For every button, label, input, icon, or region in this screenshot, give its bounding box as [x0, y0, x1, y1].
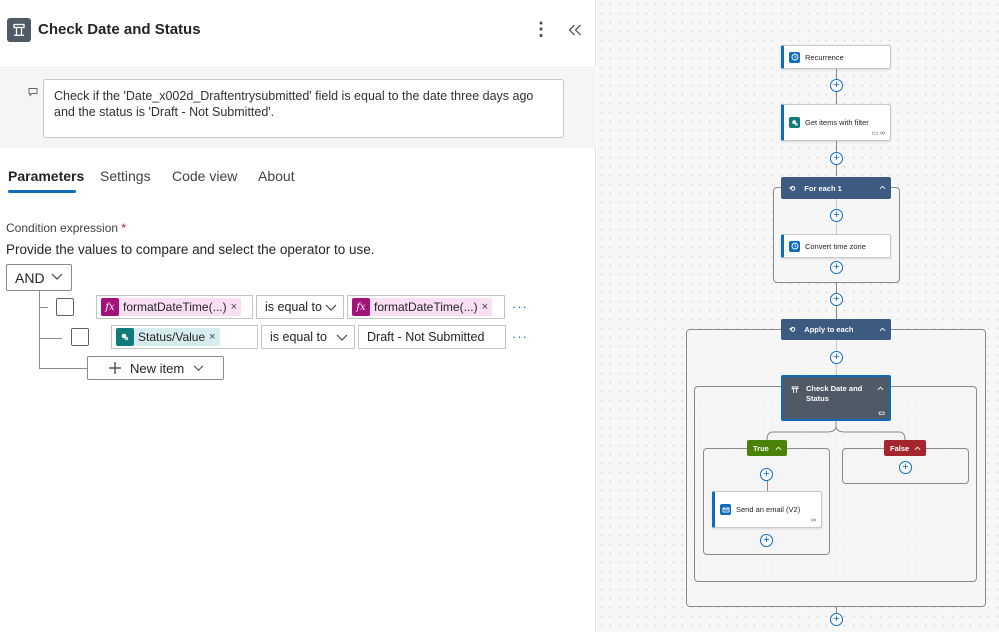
operator-value: is equal to — [270, 330, 327, 344]
format-datetime-token[interactable]: fx formatDateTime(...) × — [352, 298, 493, 316]
chevron-up-icon — [775, 446, 782, 451]
format-datetime-token[interactable]: fx formatDateTime(...) × — [101, 298, 242, 316]
double-chevron-left-icon — [568, 24, 581, 36]
branch-label: True — [753, 443, 769, 453]
fx-icon: fx — [101, 298, 119, 316]
row-2-checkbox[interactable] — [71, 328, 89, 346]
operator-value: is equal to — [265, 300, 322, 314]
condition-icon — [7, 18, 31, 42]
tree-connector — [39, 338, 62, 339]
chevron-down-icon — [325, 304, 337, 311]
panel-title: Check Date and Status — [38, 21, 201, 38]
add-step-button[interactable]: + — [760, 468, 773, 481]
true-branch-header[interactable]: True — [747, 440, 787, 456]
row-1-right-operand[interactable]: fx formatDateTime(...) × — [347, 295, 505, 319]
token-label: formatDateTime(...) — [123, 300, 227, 314]
false-branch-header[interactable]: False — [884, 440, 926, 456]
condition-label-text: Condition expression — [6, 221, 119, 235]
row-2-more-button[interactable]: ··· — [512, 329, 528, 344]
chevron-down-icon — [51, 273, 63, 280]
condition-expression-label: Condition expression * — [6, 221, 126, 235]
token-label: Status/Value — [138, 330, 206, 344]
tree-connector — [39, 307, 48, 308]
remove-token-icon[interactable]: × — [209, 331, 215, 343]
row-1-operator-dropdown[interactable]: is equal to — [256, 295, 344, 319]
required-mark: * — [121, 221, 127, 235]
sharepoint-icon — [116, 328, 134, 346]
collapse-panel-button[interactable] — [565, 19, 585, 41]
tab-parameters[interactable]: Parameters — [8, 168, 84, 184]
plus-icon — [109, 362, 121, 374]
connector-line — [767, 481, 768, 491]
group-operator-value: AND — [15, 269, 45, 286]
branch-label: False — [890, 443, 910, 453]
row-1-checkbox[interactable] — [56, 298, 74, 316]
tab-settings[interactable]: Settings — [100, 168, 151, 184]
right-operand-value: Draft - Not Submitted — [367, 330, 485, 344]
row-1-more-button[interactable]: ··· — [512, 299, 528, 314]
link-icon: ∞ — [811, 517, 816, 524]
chevron-down-icon — [336, 334, 348, 341]
row-2-operator-dropdown[interactable]: is equal to — [261, 325, 355, 349]
node-label: Send an email (V2) — [736, 505, 801, 514]
status-value-token[interactable]: Status/Value × — [116, 328, 220, 346]
add-step-button[interactable]: + — [899, 461, 912, 474]
description-textarea[interactable]: Check if the 'Date_x002d_Draftentrysubmi… — [43, 79, 564, 138]
remove-token-icon[interactable]: × — [231, 301, 237, 313]
chevron-down-icon — [193, 365, 204, 371]
add-step-button[interactable]: + — [830, 613, 843, 626]
remove-token-icon[interactable]: × — [482, 301, 488, 313]
tab-code-view[interactable]: Code view — [172, 168, 237, 184]
row-1-left-operand[interactable]: fx formatDateTime(...) × — [96, 295, 253, 319]
condition-help-text: Provide the values to compare and select… — [6, 242, 375, 257]
group-operator-dropdown[interactable]: AND — [6, 264, 72, 291]
fx-icon: fx — [352, 298, 370, 316]
more-options-button[interactable]: ⋮ — [532, 19, 550, 41]
outlook-icon — [720, 504, 731, 515]
chevron-up-icon — [914, 446, 921, 451]
flow-designer-canvas[interactable]: Recurrence + Get items with filter ▭ ∞ +… — [597, 0, 999, 632]
active-tab-indicator — [8, 190, 76, 193]
tree-connector — [39, 368, 87, 369]
action-details-panel: Check Date and Status ⋮ Check if the 'Da… — [0, 0, 596, 632]
row-2-right-operand[interactable]: Draft - Not Submitted — [358, 325, 506, 349]
send-email-node[interactable]: Send an email (V2) ∞ — [712, 491, 822, 528]
row-2-left-operand[interactable]: Status/Value × — [111, 325, 258, 349]
new-item-button[interactable]: New item — [87, 356, 224, 380]
token-label: formatDateTime(...) — [374, 300, 478, 314]
new-item-label: New item — [130, 360, 185, 376]
tab-about[interactable]: About — [258, 168, 295, 184]
comment-icon — [28, 84, 38, 97]
add-step-button[interactable]: + — [760, 534, 773, 547]
tree-connector — [39, 291, 40, 369]
